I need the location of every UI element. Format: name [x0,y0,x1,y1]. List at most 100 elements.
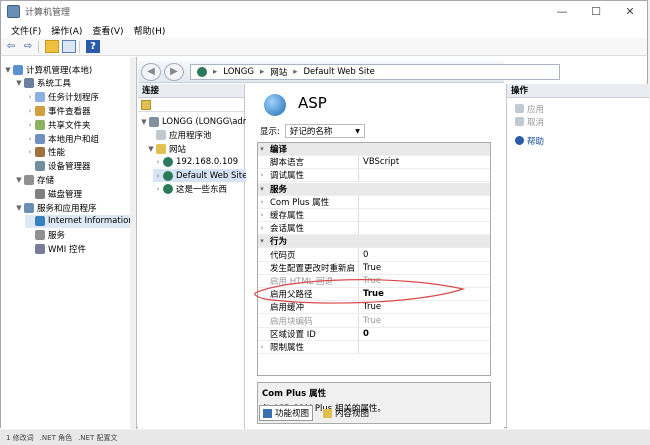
tree-item[interactable]: ▼ 计算机管理(本地) [3,63,92,76]
property-row[interactable]: 区域设置 ID 0 [258,327,490,341]
property-row[interactable]: 启用块编码 True [258,314,490,328]
property-name: 发生配置更改时重新启 [270,263,356,274]
property-value[interactable] [358,209,490,221]
property-value[interactable] [358,341,490,353]
minimize-button[interactable]: — [545,1,579,22]
tree-item[interactable]: › 共享文件夹 [25,118,91,131]
help-icon[interactable]: ? [86,40,100,53]
property-expander-icon[interactable]: › [258,211,266,219]
tab-content-view[interactable]: 内容视图 [319,405,373,421]
property-expander-icon[interactable]: ▾ [258,185,266,193]
menu-file[interactable]: 文件(F) [11,24,41,37]
property-expander-icon[interactable]: ▾ [258,145,266,153]
tree-expander-icon[interactable]: › [25,93,35,101]
property-value[interactable]: True [358,314,490,327]
property-row[interactable]: › 调试属性 [258,169,490,183]
menu-action[interactable]: 操作(A) [51,24,82,37]
tree-item[interactable]: ▼ 存储 [14,173,54,186]
property-value[interactable]: 0 [358,248,490,261]
maximize-button[interactable]: ☐ [579,1,613,22]
tree-expander-icon[interactable]: ▼ [3,66,13,74]
property-category[interactable]: ▾ 编译 [258,143,490,156]
tree-item[interactable]: 设备管理器 [25,160,91,173]
breadcrumb-site[interactable]: Default Web Site [304,67,375,77]
folder-up-icon[interactable] [45,40,59,53]
property-row[interactable]: › 限制属性 [258,341,490,354]
property-expander-icon[interactable]: ▾ [258,237,266,245]
new-connection-icon[interactable] [141,99,151,110]
property-expander-icon[interactable]: › [258,171,266,179]
tree-expander-icon[interactable]: ▼ [14,176,24,184]
nav-forward-button[interactable]: ▶ [164,62,184,81]
tree-item[interactable]: Internet Information S [25,214,136,228]
tree-item[interactable]: WMI 控件 [25,242,86,255]
property-expander-icon[interactable]: › [258,343,266,351]
connection-item[interactable]: › 这是一些东西 [153,183,227,196]
tree-item[interactable]: › 性能 [25,146,65,159]
tree-expander-icon[interactable]: › [25,135,35,143]
tree-item[interactable]: 磁盘管理 [25,187,82,200]
forward-arrow-icon[interactable]: ⇨ [21,40,35,53]
breadcrumb[interactable]: ▸ LONGG ▸ 网站 ▸ Default Web Site [190,64,560,80]
property-value[interactable] [358,169,490,182]
property-value[interactable]: VBScript [358,156,490,169]
back-arrow-icon[interactable]: ⇦ [4,40,18,53]
property-expander-icon[interactable]: › [258,224,266,232]
connection-expander-icon[interactable]: › [153,172,163,180]
console-tree-scrollbar[interactable] [130,57,136,429]
action-2[interactable]: 帮助 [507,134,649,147]
property-row[interactable]: › Com Plus 属性 [258,195,490,209]
tree-item-label: 服务 [48,231,66,242]
property-expander-icon[interactable]: › [258,198,266,206]
property-category[interactable]: ▾ 行为 [258,235,490,249]
connection-item[interactable]: › 192.168.0.109 [153,156,238,169]
tree-expander-icon[interactable]: › [25,148,35,156]
breadcrumb-sites[interactable]: 网站 [270,66,287,78]
menu-view[interactable]: 查看(V) [92,24,123,37]
tree-item[interactable]: › 事件查看器 [25,104,91,117]
connection-item[interactable]: 应用程序池 [146,129,212,142]
close-button[interactable]: ✕ [613,1,647,22]
property-value[interactable]: 0 [358,327,490,340]
show-select[interactable]: 好记的名称 ▼ [284,124,365,138]
property-row[interactable]: › 会话属性 [258,222,490,236]
property-name: 限制属性 [270,343,305,353]
connection-item[interactable]: › Default Web Site [153,169,253,182]
property-row[interactable]: 代码页 0 [258,248,490,262]
actions-panel: 操作 应用取消帮助 [506,84,649,429]
tab-features-view[interactable]: 功能视图 [259,405,314,421]
action-1[interactable]: 取消 [507,115,649,128]
tree-item[interactable]: › 本地用户和组 [25,132,99,145]
menu-help[interactable]: 帮助(H) [134,24,166,37]
tree-item[interactable]: ▼ 系统工具 [14,77,71,90]
connection-expander-icon[interactable]: › [153,158,163,166]
tree-expander-icon[interactable]: › [25,121,35,129]
connection-item[interactable]: ▼ 网站 [146,142,186,155]
tree-item-label: 任务计划程序 [48,93,100,104]
nav-back-button[interactable]: ◀ [141,62,161,81]
connection-item[interactable]: ▼ LONGG (LONGG\admin) [139,115,262,128]
main-window: 计算机管理 — ☐ ✕ 文件(F) 操作(A) 查看(V) 帮助(H) ⇦ ⇨ … [0,0,649,429]
connection-expander-icon[interactable]: ▼ [146,145,156,153]
tree-item[interactable]: ▼ 服务和应用程序 [14,201,97,214]
connection-expander-icon[interactable]: › [153,185,163,193]
tree-expander-icon[interactable]: › [25,107,35,115]
tree-item[interactable]: › 任务计划程序 [25,91,99,104]
console-tree-icon[interactable] [62,40,76,53]
property-value[interactable]: True [358,261,490,274]
tree-expander-icon[interactable]: ▼ [14,79,24,87]
property-value[interactable] [358,195,490,208]
action-label: 取消 [527,117,545,128]
tree-expander-icon[interactable]: ▼ [14,204,24,212]
connection-item-label: 应用程序池 [169,131,212,141]
tree-node-icon [35,133,45,144]
property-value[interactable] [358,222,490,235]
actions-title: 操作 [507,84,649,98]
action-0[interactable]: 应用 [507,102,649,115]
breadcrumb-server[interactable]: LONGG [223,67,254,77]
property-category[interactable]: ▾ 服务 [258,182,490,196]
tree-item[interactable]: 服务 [25,229,65,242]
property-row[interactable]: 脚本语言 VBScript [258,156,490,170]
connection-expander-icon[interactable]: ▼ [139,118,149,126]
property-row[interactable]: › 缓存属性 [258,209,490,222]
